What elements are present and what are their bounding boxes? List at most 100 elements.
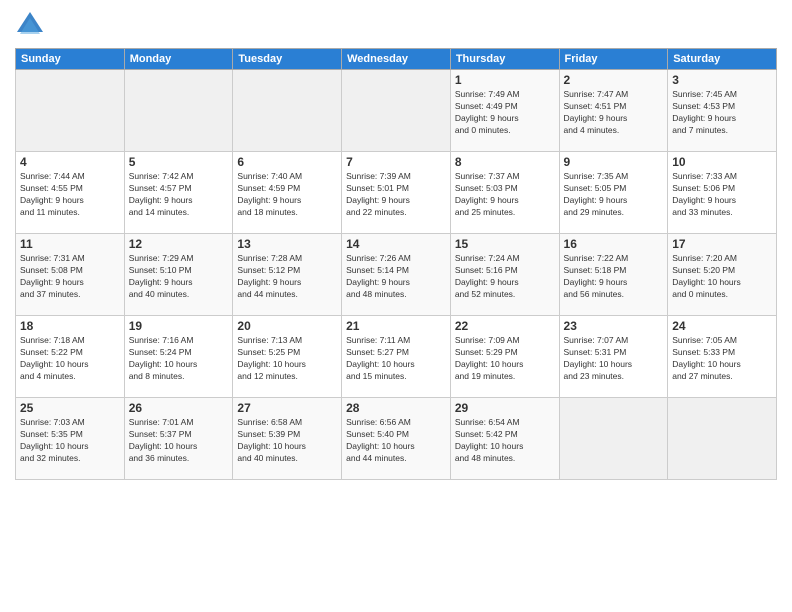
day-info: Sunrise: 6:54 AMSunset: 5:42 PMDaylight:… <box>455 417 555 465</box>
col-wednesday: Wednesday <box>342 49 451 70</box>
calendar-cell: 21 Sunrise: 7:11 AMSunset: 5:27 PMDayligh… <box>342 316 451 398</box>
day-number: 12 <box>129 237 229 251</box>
day-number: 24 <box>672 319 772 333</box>
day-number: 10 <box>672 155 772 169</box>
day-number: 21 <box>346 319 446 333</box>
day-number: 18 <box>20 319 120 333</box>
day-number: 23 <box>564 319 664 333</box>
calendar-cell: 9 Sunrise: 7:35 AMSunset: 5:05 PMDaylight… <box>559 152 668 234</box>
day-number: 28 <box>346 401 446 415</box>
day-number: 27 <box>237 401 337 415</box>
day-number: 15 <box>455 237 555 251</box>
calendar-cell: 10 Sunrise: 7:33 AMSunset: 5:06 PMDayligh… <box>668 152 777 234</box>
day-number: 29 <box>455 401 555 415</box>
day-info: Sunrise: 7:20 AMSunset: 5:20 PMDaylight:… <box>672 253 772 301</box>
day-info: Sunrise: 7:07 AMSunset: 5:31 PMDaylight:… <box>564 335 664 383</box>
day-number: 22 <box>455 319 555 333</box>
calendar-cell <box>16 70 125 152</box>
day-info: Sunrise: 7:35 AMSunset: 5:05 PMDaylight:… <box>564 171 664 219</box>
day-info: Sunrise: 7:45 AMSunset: 4:53 PMDaylight:… <box>672 89 772 137</box>
day-number: 26 <box>129 401 229 415</box>
col-tuesday: Tuesday <box>233 49 342 70</box>
calendar-cell: 24 Sunrise: 7:05 AMSunset: 5:33 PMDayligh… <box>668 316 777 398</box>
calendar-cell: 4 Sunrise: 7:44 AMSunset: 4:55 PMDaylight… <box>16 152 125 234</box>
day-info: Sunrise: 7:28 AMSunset: 5:12 PMDaylight:… <box>237 253 337 301</box>
calendar-cell: 1Sunrise: 7:49 AMSunset: 4:49 PMDaylight… <box>450 70 559 152</box>
day-info: Sunrise: 7:09 AMSunset: 5:29 PMDaylight:… <box>455 335 555 383</box>
day-info: Sunrise: 7:16 AMSunset: 5:24 PMDaylight:… <box>129 335 229 383</box>
calendar-header: Sunday Monday Tuesday Wednesday Thursday… <box>16 49 777 70</box>
col-friday: Friday <box>559 49 668 70</box>
day-number: 20 <box>237 319 337 333</box>
day-info: Sunrise: 7:37 AMSunset: 5:03 PMDaylight:… <box>455 171 555 219</box>
col-sunday: Sunday <box>16 49 125 70</box>
calendar-cell: 18 Sunrise: 7:18 AMSunset: 5:22 PMDayligh… <box>16 316 125 398</box>
day-number: 6 <box>237 155 337 169</box>
calendar-week-5: 25Sunrise: 7:03 AMSunset: 5:35 PMDayligh… <box>16 398 777 480</box>
calendar-cell: 13 Sunrise: 7:28 AMSunset: 5:12 PMDayligh… <box>233 234 342 316</box>
day-info: Sunrise: 7:39 AMSunset: 5:01 PMDaylight:… <box>346 171 446 219</box>
day-info: Sunrise: 7:33 AMSunset: 5:06 PMDaylight:… <box>672 171 772 219</box>
day-info: Sunrise: 7:26 AMSunset: 5:14 PMDaylight:… <box>346 253 446 301</box>
day-number: 17 <box>672 237 772 251</box>
day-info: Sunrise: 7:40 AMSunset: 4:59 PMDaylight:… <box>237 171 337 219</box>
day-info: Sunrise: 7:42 AMSunset: 4:57 PMDaylight:… <box>129 171 229 219</box>
day-info: Sunrise: 7:29 AMSunset: 5:10 PMDaylight:… <box>129 253 229 301</box>
calendar-cell: 11 Sunrise: 7:31 AMSunset: 5:08 PMDayligh… <box>16 234 125 316</box>
day-info: Sunrise: 7:13 AMSunset: 5:25 PMDaylight:… <box>237 335 337 383</box>
day-info: Sunrise: 7:22 AMSunset: 5:18 PMDaylight:… <box>564 253 664 301</box>
day-info: Sunrise: 7:49 AMSunset: 4:49 PMDaylight:… <box>455 89 555 137</box>
calendar-cell: 29 Sunrise: 6:54 AMSunset: 5:42 PMDayligh… <box>450 398 559 480</box>
calendar-cell: 28 Sunrise: 6:56 AMSunset: 5:40 PMDayligh… <box>342 398 451 480</box>
day-number: 2 <box>564 73 664 87</box>
day-number: 8 <box>455 155 555 169</box>
day-info: Sunrise: 7:47 AMSunset: 4:51 PMDaylight:… <box>564 89 664 137</box>
calendar-cell: 23 Sunrise: 7:07 AMSunset: 5:31 PMDayligh… <box>559 316 668 398</box>
calendar-cell: 7Sunrise: 7:39 AMSunset: 5:01 PMDaylight… <box>342 152 451 234</box>
calendar-cell: 26Sunrise: 7:01 AMSunset: 5:37 PMDayligh… <box>124 398 233 480</box>
day-number: 13 <box>237 237 337 251</box>
calendar-cell: 22 Sunrise: 7:09 AMSunset: 5:29 PMDayligh… <box>450 316 559 398</box>
day-info: Sunrise: 6:56 AMSunset: 5:40 PMDaylight:… <box>346 417 446 465</box>
day-info: Sunrise: 7:18 AMSunset: 5:22 PMDaylight:… <box>20 335 120 383</box>
calendar-cell: 3 Sunrise: 7:45 AMSunset: 4:53 PMDaylight… <box>668 70 777 152</box>
day-number: 9 <box>564 155 664 169</box>
calendar-cell <box>342 70 451 152</box>
calendar-week-4: 18 Sunrise: 7:18 AMSunset: 5:22 PMDayligh… <box>16 316 777 398</box>
calendar-cell: 14Sunrise: 7:26 AMSunset: 5:14 PMDayligh… <box>342 234 451 316</box>
calendar-cell: 20 Sunrise: 7:13 AMSunset: 5:25 PMDayligh… <box>233 316 342 398</box>
calendar-week-3: 11 Sunrise: 7:31 AMSunset: 5:08 PMDayligh… <box>16 234 777 316</box>
calendar-cell: 6 Sunrise: 7:40 AMSunset: 4:59 PMDaylight… <box>233 152 342 234</box>
day-number: 3 <box>672 73 772 87</box>
day-info: Sunrise: 6:58 AMSunset: 5:39 PMDaylight:… <box>237 417 337 465</box>
day-number: 4 <box>20 155 120 169</box>
day-number: 25 <box>20 401 120 415</box>
day-number: 16 <box>564 237 664 251</box>
calendar-cell: 27 Sunrise: 6:58 AMSunset: 5:39 PMDayligh… <box>233 398 342 480</box>
day-info: Sunrise: 7:11 AMSunset: 5:27 PMDaylight:… <box>346 335 446 383</box>
calendar-cell <box>124 70 233 152</box>
calendar-cell: 5 Sunrise: 7:42 AMSunset: 4:57 PMDaylight… <box>124 152 233 234</box>
day-number: 19 <box>129 319 229 333</box>
calendar-cell: 17 Sunrise: 7:20 AMSunset: 5:20 PMDayligh… <box>668 234 777 316</box>
day-info: Sunrise: 7:31 AMSunset: 5:08 PMDaylight:… <box>20 253 120 301</box>
col-monday: Monday <box>124 49 233 70</box>
day-info: Sunrise: 7:44 AMSunset: 4:55 PMDaylight:… <box>20 171 120 219</box>
calendar-table: Sunday Monday Tuesday Wednesday Thursday… <box>15 48 777 480</box>
header <box>15 10 777 40</box>
calendar-cell: 25Sunrise: 7:03 AMSunset: 5:35 PMDayligh… <box>16 398 125 480</box>
day-info: Sunrise: 7:05 AMSunset: 5:33 PMDaylight:… <box>672 335 772 383</box>
logo <box>15 10 47 40</box>
calendar-cell: 12 Sunrise: 7:29 AMSunset: 5:10 PMDayligh… <box>124 234 233 316</box>
calendar-week-2: 4 Sunrise: 7:44 AMSunset: 4:55 PMDaylight… <box>16 152 777 234</box>
calendar-cell: 19 Sunrise: 7:16 AMSunset: 5:24 PMDayligh… <box>124 316 233 398</box>
day-number: 5 <box>129 155 229 169</box>
calendar-body: 1Sunrise: 7:49 AMSunset: 4:49 PMDaylight… <box>16 70 777 480</box>
day-number: 11 <box>20 237 120 251</box>
calendar-cell: 16 Sunrise: 7:22 AMSunset: 5:18 PMDayligh… <box>559 234 668 316</box>
calendar-cell: 8 Sunrise: 7:37 AMSunset: 5:03 PMDaylight… <box>450 152 559 234</box>
calendar-cell <box>233 70 342 152</box>
logo-icon <box>15 10 45 40</box>
calendar-cell <box>668 398 777 480</box>
calendar-cell: 2 Sunrise: 7:47 AMSunset: 4:51 PMDaylight… <box>559 70 668 152</box>
